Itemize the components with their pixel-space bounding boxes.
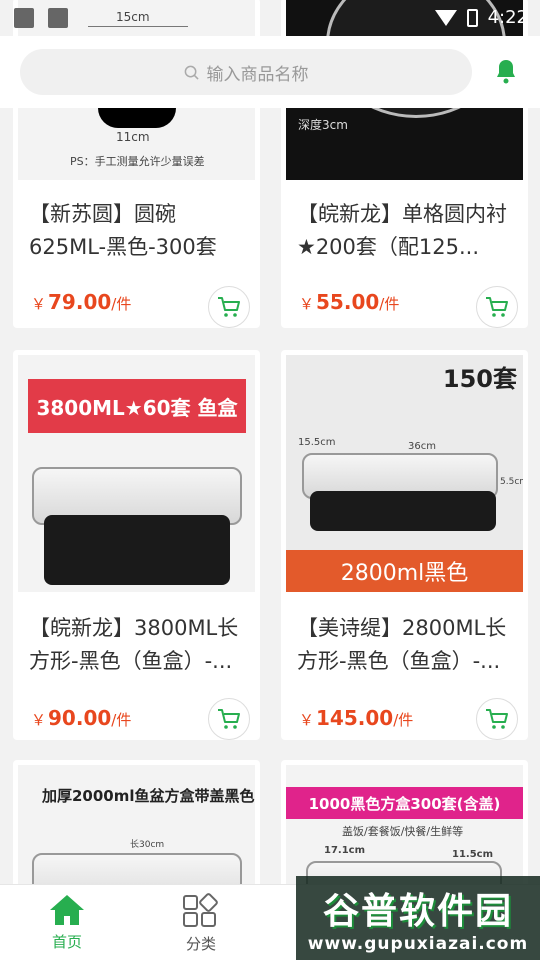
add-to-cart-button[interactable] — [476, 286, 518, 328]
category-icon — [183, 893, 218, 927]
thumb-banner: 加厚2000ml鱼盆方盒带盖黑色 — [42, 787, 255, 805]
bell-icon[interactable] — [494, 58, 518, 84]
nav-home-label: 首页 — [51, 933, 82, 951]
thumb-banner: 3800ML★60套 鱼盒 — [28, 379, 246, 433]
thumb-banner: 2800ml黑色 — [286, 550, 523, 592]
add-to-cart-button[interactable] — [476, 698, 518, 740]
thumb-corner: 150套 — [442, 365, 517, 393]
thumb-text-note: PS：手工测量允许少量误差 — [70, 155, 205, 168]
bowl-image — [98, 106, 176, 128]
cart-icon — [218, 709, 240, 729]
home-icon — [50, 895, 84, 925]
watermark-url: www.gupuxiazai.com — [307, 934, 529, 954]
cart-icon — [218, 297, 240, 317]
add-to-cart-button[interactable] — [208, 698, 250, 740]
notification-a-icon — [48, 8, 68, 28]
product-title[interactable]: 【美诗缇】2800ML长方形-黑色（鱼盒）-... — [297, 612, 519, 678]
clock: 4:22 — [487, 7, 528, 28]
thumb-text-mid: 11cm — [116, 130, 150, 144]
product-title[interactable]: 【新苏圆】圆碗625ML-黑色-300套 — [29, 198, 251, 264]
nav-category-label: 分类 — [185, 935, 216, 953]
add-to-cart-button[interactable] — [208, 286, 250, 328]
product-card[interactable]: 3800ML★60套 鱼盒 【皖新龙】3800ML长方形-黑色（鱼盒）-... … — [13, 350, 260, 740]
search-icon — [184, 65, 199, 80]
product-card[interactable]: 150套 15.5cm 36cm 5.5cm 2800ml黑色 【美诗缇】280… — [281, 350, 528, 740]
watermark-logo: 谷普软件园 — [322, 891, 513, 932]
product-price: ￥ 145.00/件 — [299, 706, 414, 730]
status-bar: 4:22 — [0, 0, 540, 36]
search-placeholder: 输入商品名称 — [206, 64, 309, 85]
product-title[interactable]: 【皖新龙】单格圆内衬★200套（配125... — [297, 198, 519, 264]
product-title[interactable]: 【皖新龙】3800ML长方形-黑色（鱼盒）-... — [29, 612, 251, 678]
image-icon — [14, 8, 34, 28]
product-price: ￥ 90.00/件 — [31, 706, 132, 730]
thumb-banner: 1000黑色方盒300套(含盖) — [286, 787, 523, 819]
nav-home[interactable]: 首页 — [27, 893, 107, 952]
search-header: 输入商品名称 — [0, 36, 540, 108]
watermark: 谷普软件园 www.gupuxiazai.com — [296, 876, 540, 960]
product-image: 150套 15.5cm 36cm 5.5cm 2800ml黑色 — [286, 355, 523, 592]
product-image: 3800ML★60套 鱼盒 — [18, 355, 255, 592]
battery-icon — [466, 8, 478, 27]
product-price: ￥ 55.00/件 — [299, 290, 400, 314]
nav-category[interactable]: 分类 — [161, 893, 241, 954]
wifi-icon — [434, 9, 457, 26]
thumb-text-depth: 深度3cm — [298, 118, 348, 132]
search-input[interactable]: 输入商品名称 — [20, 49, 472, 95]
cart-icon — [486, 297, 508, 317]
cart-icon — [486, 709, 508, 729]
product-price: ￥ 79.00/件 — [31, 290, 132, 314]
